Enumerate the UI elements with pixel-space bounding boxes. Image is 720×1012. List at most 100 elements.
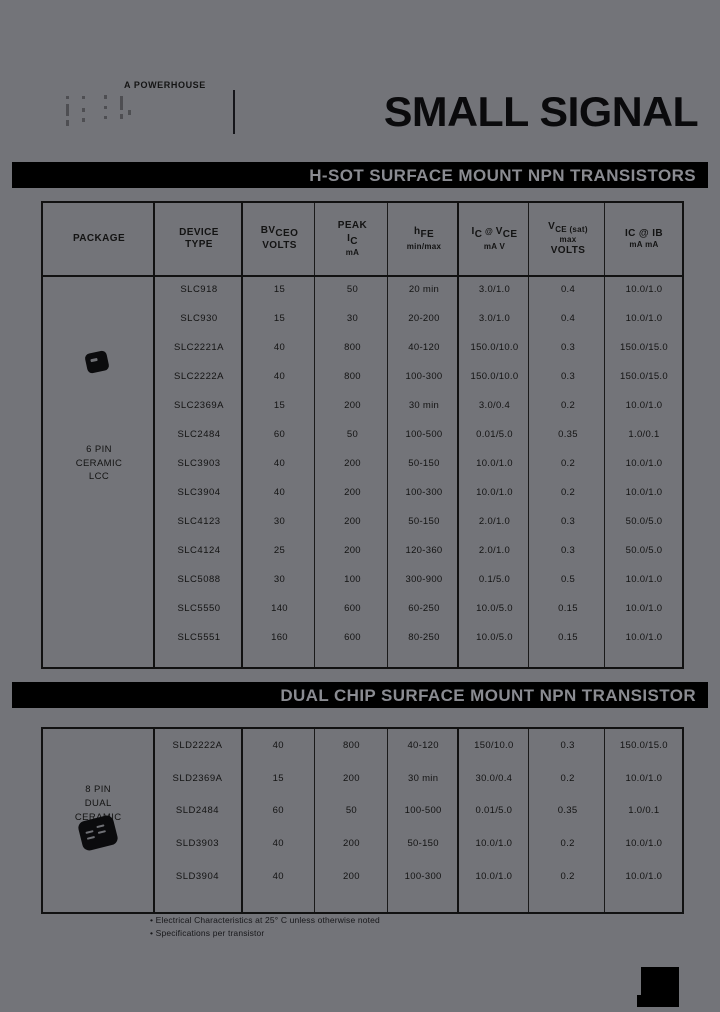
device-type-cell: SLC2484	[177, 429, 221, 440]
ic-vce-cell: 3.0/1.0	[478, 313, 511, 324]
table-row: 6 PIN CERAMIC LCC SLC918 15 50 20 min 3.0/1.0 0.…	[43, 275, 682, 482]
peak-ic-cell: 600	[344, 603, 361, 614]
ic-ib-cell: 10.0/1.0	[625, 487, 663, 498]
ic-vce-cell: 10.0/5.0	[476, 632, 513, 643]
peak-ic-cell: 200	[344, 545, 361, 556]
hfe-cell: 40-120	[408, 342, 440, 353]
bvceo-cell: 40	[273, 342, 286, 353]
hsot-spec-table: PACKAGE DEVICE TYPE BVCEO VOLTS PEAK IC …	[41, 201, 684, 669]
vce-sat-cell: 0.35	[558, 429, 578, 440]
ic-ib-cell: 150.0/15.0	[620, 371, 668, 382]
device-type-cell: SLC2222A	[174, 371, 224, 382]
masthead: A POWERHOUSE SMALL SIGNAL	[0, 66, 720, 162]
vce-sat-cell: 0.4	[560, 313, 576, 324]
device-type-cell: SLC2369A	[174, 400, 224, 411]
ic-ib-cell: 10.0/1.0	[625, 400, 663, 411]
section-banner-dual-chip: DUAL CHIP SURFACE MOUNT NPN TRANSISTOR	[12, 682, 708, 708]
ic-vce-cell: 150.0/10.0	[470, 342, 519, 353]
bvceo-cell: 40	[272, 837, 284, 849]
semi-logo-icon	[62, 94, 172, 130]
bvceo-cell: 30	[273, 516, 286, 527]
hfe-cell: 20-200	[408, 313, 440, 324]
hfe-cell: 100-300	[405, 487, 443, 498]
peak-ic-cell: 200	[343, 772, 360, 784]
peak-ic-cell: 30	[346, 313, 359, 324]
device-type-cell: SLD3903	[175, 837, 220, 849]
device-type-cell: SLC2221A	[174, 342, 224, 353]
bvceo-cell: 30	[273, 574, 286, 585]
ic-ib-cell: 1.0/0.1	[628, 805, 660, 817]
vce-sat-cell: 0.2	[560, 870, 575, 882]
vce-sat-cell: 0.15	[558, 603, 578, 614]
peak-ic-cell: 50	[346, 429, 359, 440]
bvceo-cell: 40	[273, 371, 286, 382]
vce-sat-cell: 0.2	[560, 487, 576, 498]
package-cell: 8 PINDUALCERAMICLCC	[43, 729, 153, 892]
device-type-cell: SLC918	[180, 284, 218, 295]
device-type-cell: SLC5551	[177, 632, 221, 643]
device-type-cell: SLC5088	[177, 574, 221, 585]
col-header-bvceo: BVCEO VOLTS	[260, 225, 299, 252]
device-type-cell: SLC4124	[177, 545, 221, 556]
bvceo-cell: 160	[271, 632, 288, 643]
ic-vce-cell: 10.0/5.0	[476, 603, 513, 614]
table-spacer-row	[43, 892, 682, 912]
table-spacer-row	[43, 652, 682, 670]
hfe-cell: 30 min	[407, 772, 439, 784]
bvceo-cell: 40	[273, 458, 286, 469]
ic-ib-cell: 150.0/15.0	[619, 739, 668, 751]
ic-ib-cell: 10.0/1.0	[625, 772, 663, 784]
datasheet-page: A POWERHOUSE SMALL SIGNAL H-SOT SURFACE …	[0, 0, 720, 1012]
ic-vce-cell: 2.0/1.0	[478, 545, 511, 556]
peak-ic-cell: 800	[343, 739, 360, 751]
vce-sat-cell: 0.15	[558, 632, 578, 643]
peak-ic-cell: 50	[345, 805, 358, 817]
ic-vce-cell: 0.01/5.0	[475, 805, 513, 817]
col-header-ic-ib: IC @ IB mA mA	[624, 227, 664, 250]
hfe-cell: 300-900	[405, 574, 443, 585]
package-line: DUAL	[84, 797, 112, 809]
ic-ib-cell: 50.0/5.0	[625, 516, 663, 527]
vce-sat-cell: 0.3	[560, 371, 576, 382]
dual-chip-spec-table: 8 PINDUALCERAMICLCC SLD2222A 40 800 40-120 15…	[41, 727, 684, 914]
peak-ic-cell: 200	[344, 458, 361, 469]
device-type-cell: SLC5550	[177, 603, 221, 614]
hfe-cell: 100-300	[404, 870, 442, 882]
package-line: 8 PIN	[85, 784, 112, 796]
col-header-package: PACKAGE	[72, 232, 126, 244]
ic-ib-cell: 10.0/1.0	[625, 632, 663, 643]
ic-ib-cell: 10.0/1.0	[625, 284, 663, 295]
bvceo-cell: 15	[273, 400, 286, 411]
ic-ib-cell: 150.0/15.0	[620, 342, 668, 353]
device-type-cell: SLD2484	[175, 805, 220, 817]
hfe-cell: 40-120	[407, 739, 439, 751]
footnote-1: Electrical Characteristics at 25° C unle…	[150, 914, 380, 927]
device-type-cell: SLC4123	[177, 516, 221, 527]
package-line: 6 PIN	[86, 443, 112, 455]
hfe-cell: 50-150	[408, 458, 440, 469]
device-type-cell: SLC930	[180, 313, 218, 324]
hfe-cell: 100-500	[405, 429, 443, 440]
ic-vce-cell: 2.0/1.0	[478, 516, 511, 527]
col-header-ic-vce: IC @ VCE mA V	[471, 226, 518, 251]
device-type-cell: SLC3904	[177, 487, 221, 498]
hfe-cell: 50-150	[407, 837, 439, 849]
package-line: LCC	[88, 471, 110, 483]
ic-vce-cell: 10.0/1.0	[475, 837, 513, 849]
hfe-cell: 50-150	[408, 516, 440, 527]
vce-sat-cell: 0.4	[560, 284, 576, 295]
peak-ic-cell: 100	[344, 574, 361, 585]
bvceo-cell: 140	[271, 603, 288, 614]
ic-ib-cell: 10.0/1.0	[625, 603, 663, 614]
peak-ic-cell: 200	[343, 870, 360, 882]
ic-vce-cell: 10.0/1.0	[476, 487, 513, 498]
peak-ic-cell: 50	[346, 284, 359, 295]
vce-sat-cell: 0.3	[560, 545, 576, 556]
peak-ic-cell: 800	[344, 371, 361, 382]
table-row: 8 PINDUALCERAMICLCCSLD2222A4080040-12015…	[43, 729, 682, 837]
ic-ib-cell: 50.0/5.0	[625, 545, 663, 556]
hfe-cell: 80-250	[408, 632, 440, 643]
col-header-device-type: DEVICE TYPE	[179, 226, 219, 251]
vce-sat-cell: 0.5	[560, 574, 576, 585]
ic-vce-cell: 3.0/1.0	[478, 284, 511, 295]
